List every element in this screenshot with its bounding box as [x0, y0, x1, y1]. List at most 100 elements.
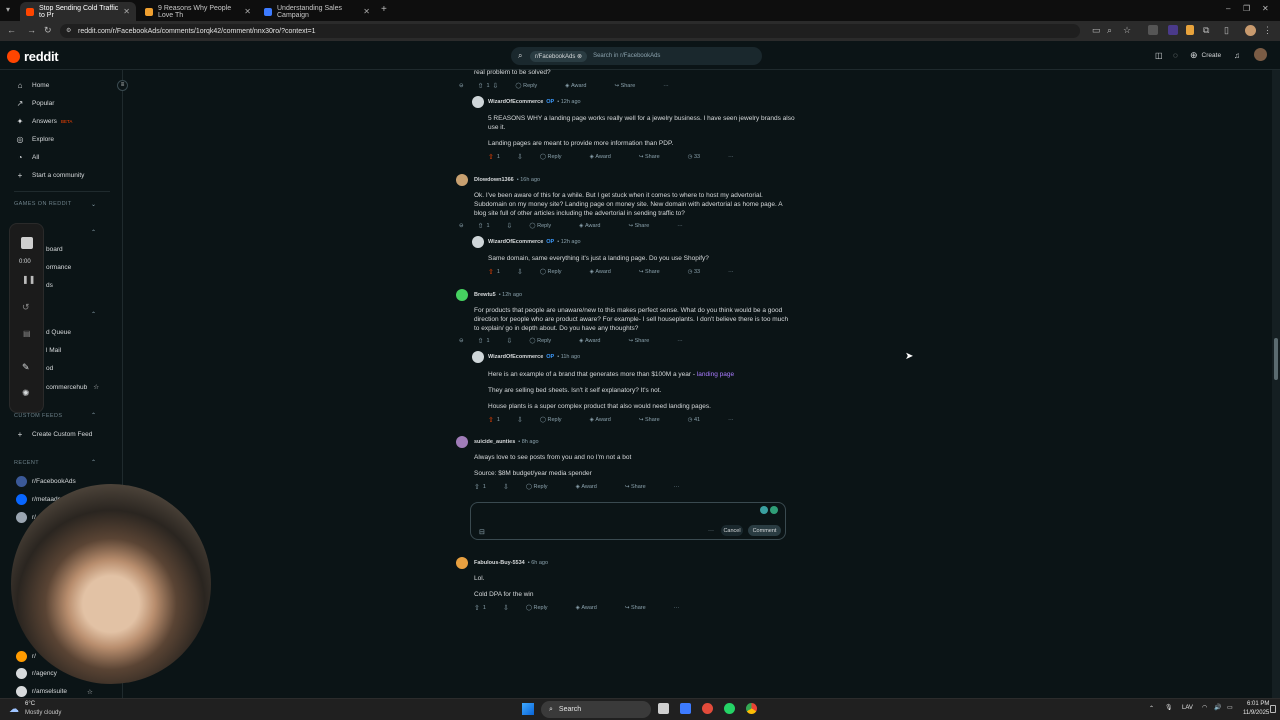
recent-item[interactable]: r/amselsuite ☆ — [16, 686, 93, 697]
comment-author[interactable]: WizardOfEcommerce OP • 12h ago — [488, 99, 581, 105]
sidebar-item-partial[interactable]: commercehub ☆ — [46, 383, 99, 392]
collapse-icon[interactable]: ⊖ — [459, 223, 464, 229]
sidebar-item-all[interactable]: ◔ All — [16, 153, 40, 162]
sidebar-item-answers[interactable]: ✦ Answers BETA — [16, 117, 73, 126]
avatar[interactable] — [456, 174, 468, 186]
wifi-icon[interactable]: ◠ — [1202, 704, 1207, 711]
reply-button[interactable]: ◯ Reply — [540, 154, 576, 160]
cancel-button[interactable]: Cancel — [721, 525, 743, 536]
upvote-icon[interactable]: ⇧ — [488, 416, 494, 424]
insights-button[interactable]: ◷ 41 — [688, 417, 714, 423]
award-button[interactable]: ◈ Award — [565, 83, 600, 89]
upvote-icon[interactable]: ⇧ — [474, 604, 480, 612]
sidebar-item-partial[interactable]: ds — [46, 282, 53, 289]
insights-button[interactable]: ◷ 33 — [688, 154, 714, 160]
sidebar-item-popular[interactable]: ↗ Popular — [16, 99, 55, 108]
author-name[interactable]: WizardOfEcommerce — [488, 239, 543, 245]
create-button[interactable]: ⊕ Create — [1190, 50, 1221, 61]
more-options-icon[interactable]: ··· — [728, 417, 734, 423]
extension-icon[interactable] — [1168, 25, 1178, 35]
star-icon[interactable]: ☆ — [87, 688, 93, 696]
url-field[interactable]: ⚙ reddit.com/r/FacebookAds/comments/1orq… — [60, 24, 1080, 38]
tab-2[interactable]: 9 Reasons Why People Love Th ✕ — [139, 2, 257, 21]
author-name[interactable]: Brewtu5 — [474, 292, 496, 298]
share-button[interactable]: ↪ Share — [639, 154, 674, 160]
sidebar-item-partial[interactable]: od — [46, 365, 53, 372]
avatar[interactable] — [472, 96, 484, 108]
avatar[interactable] — [472, 351, 484, 363]
clock-time[interactable]: 6:01 PM — [1247, 701, 1269, 707]
share-button[interactable]: ↪ Share — [614, 83, 649, 89]
search-bar[interactable]: ⌕ r/FacebookAds ⊗ Search in r/FacebookAd… — [511, 47, 762, 65]
comment-author[interactable]: WizardOfEcommerce OP • 11h ago — [488, 354, 580, 360]
restart-icon[interactable]: ↺ — [22, 302, 30, 313]
reply-button[interactable]: ◯ Reply — [529, 223, 565, 229]
more-options-icon[interactable]: ··· — [674, 484, 680, 490]
clock-date[interactable]: 11/9/2025 — [1243, 710, 1269, 716]
back-icon[interactable]: ← — [7, 25, 16, 35]
tab-1[interactable]: Stop Sending Cold Traffic to Pr ✕ — [20, 2, 136, 21]
task-view-icon[interactable] — [658, 703, 669, 714]
recent-item[interactable]: r/FacebookAds — [16, 476, 76, 487]
notifications-icon[interactable] — [1270, 705, 1276, 713]
reddit-logo[interactable]: reddit — [7, 49, 59, 64]
page-scrollbar[interactable] — [1272, 70, 1280, 698]
upvote-icon[interactable]: ⇧ — [478, 82, 484, 90]
taskbar-search[interactable]: ⌕ Search — [541, 701, 651, 718]
reply-button[interactable]: ◯ Reply — [540, 417, 576, 423]
language-indicator[interactable]: LAV — [1182, 705, 1193, 711]
volume-icon[interactable]: 🔊 — [1214, 704, 1221, 711]
weather-icon[interactable]: ☁ — [9, 704, 19, 715]
extension-icon[interactable] — [1186, 25, 1194, 35]
share-button[interactable]: ↪ Share — [628, 338, 663, 344]
downvote-icon[interactable]: ⇩ — [503, 604, 509, 612]
site-info-icon[interactable]: ⚙ — [66, 27, 71, 34]
insights-button[interactable]: ◷ 33 — [688, 269, 714, 275]
custom-feeds-heading[interactable]: CUSTOM FEEDS — [14, 413, 62, 419]
author-name[interactable]: Fabulous-Buy-5534 — [474, 560, 525, 566]
more-options-icon[interactable]: ··· — [674, 605, 680, 611]
zoom-icon[interactable]: ⌕ — [1107, 25, 1112, 36]
downvote-icon[interactable]: ⇩ — [503, 483, 509, 491]
reply-button[interactable]: ◯ Reply — [540, 269, 576, 275]
upvote-icon[interactable]: ⇧ — [488, 268, 494, 276]
sidebar-panel-icon[interactable]: ▯ — [1224, 25, 1229, 36]
author-name[interactable]: suicide_aunties — [474, 439, 515, 445]
cast-icon[interactable]: ▭ — [1092, 25, 1101, 36]
downvote-icon[interactable]: ⇩ — [507, 222, 513, 230]
upvote-icon[interactable]: ⇧ — [488, 153, 494, 161]
forward-icon[interactable]: → — [27, 25, 36, 35]
sidebar-item-partial[interactable]: d Queue — [46, 329, 71, 336]
award-button[interactable]: ◈ Award — [576, 484, 611, 490]
chevron-up-icon[interactable]: ⌃ — [91, 311, 96, 318]
downvote-icon[interactable]: ⇩ — [507, 337, 513, 345]
sidebar-item-explore[interactable]: ◎ Explore — [16, 135, 55, 144]
reply-button[interactable]: ◯ Reply — [515, 83, 551, 89]
award-button[interactable]: ◈ Award — [590, 154, 625, 160]
more-options-icon[interactable]: ··· — [728, 154, 734, 160]
effects-icon[interactable]: ✺ — [22, 388, 30, 399]
comment-author[interactable]: Fabulous-Buy-5534 • 6h ago — [474, 560, 548, 566]
minimize-icon[interactable]: – — [1226, 4, 1230, 13]
games-heading[interactable]: GAMES ON REDDIT — [14, 201, 72, 207]
close-window-icon[interactable]: ✕ — [1262, 4, 1269, 13]
award-button[interactable]: ◈ Award — [579, 338, 614, 344]
create-custom-feed-button[interactable]: + Create Custom Feed — [16, 430, 93, 439]
recent-item[interactable]: r/ — [16, 651, 36, 662]
chat-icon[interactable]: ◌ — [1173, 51, 1178, 60]
share-button[interactable]: ↪ Share — [639, 417, 674, 423]
recent-item[interactable]: r/agency — [16, 668, 57, 679]
award-button[interactable]: ◈ Award — [590, 417, 625, 423]
chrome-icon[interactable] — [746, 703, 757, 714]
close-icon[interactable]: ✕ — [123, 7, 130, 16]
more-options-icon[interactable]: ··· — [728, 269, 734, 275]
avatar[interactable] — [472, 236, 484, 248]
more-options-icon[interactable]: ··· — [677, 338, 683, 344]
upvote-icon[interactable]: ⇧ — [474, 483, 480, 491]
app-icon[interactable] — [702, 703, 713, 714]
comment-author[interactable]: WizardOfEcommerce OP • 12h ago — [488, 239, 581, 245]
avatar[interactable] — [456, 436, 468, 448]
battery-icon[interactable]: ▭ — [1227, 704, 1233, 711]
share-button[interactable]: ↪ Share — [639, 269, 674, 275]
award-button[interactable]: ◈ Award — [579, 223, 614, 229]
